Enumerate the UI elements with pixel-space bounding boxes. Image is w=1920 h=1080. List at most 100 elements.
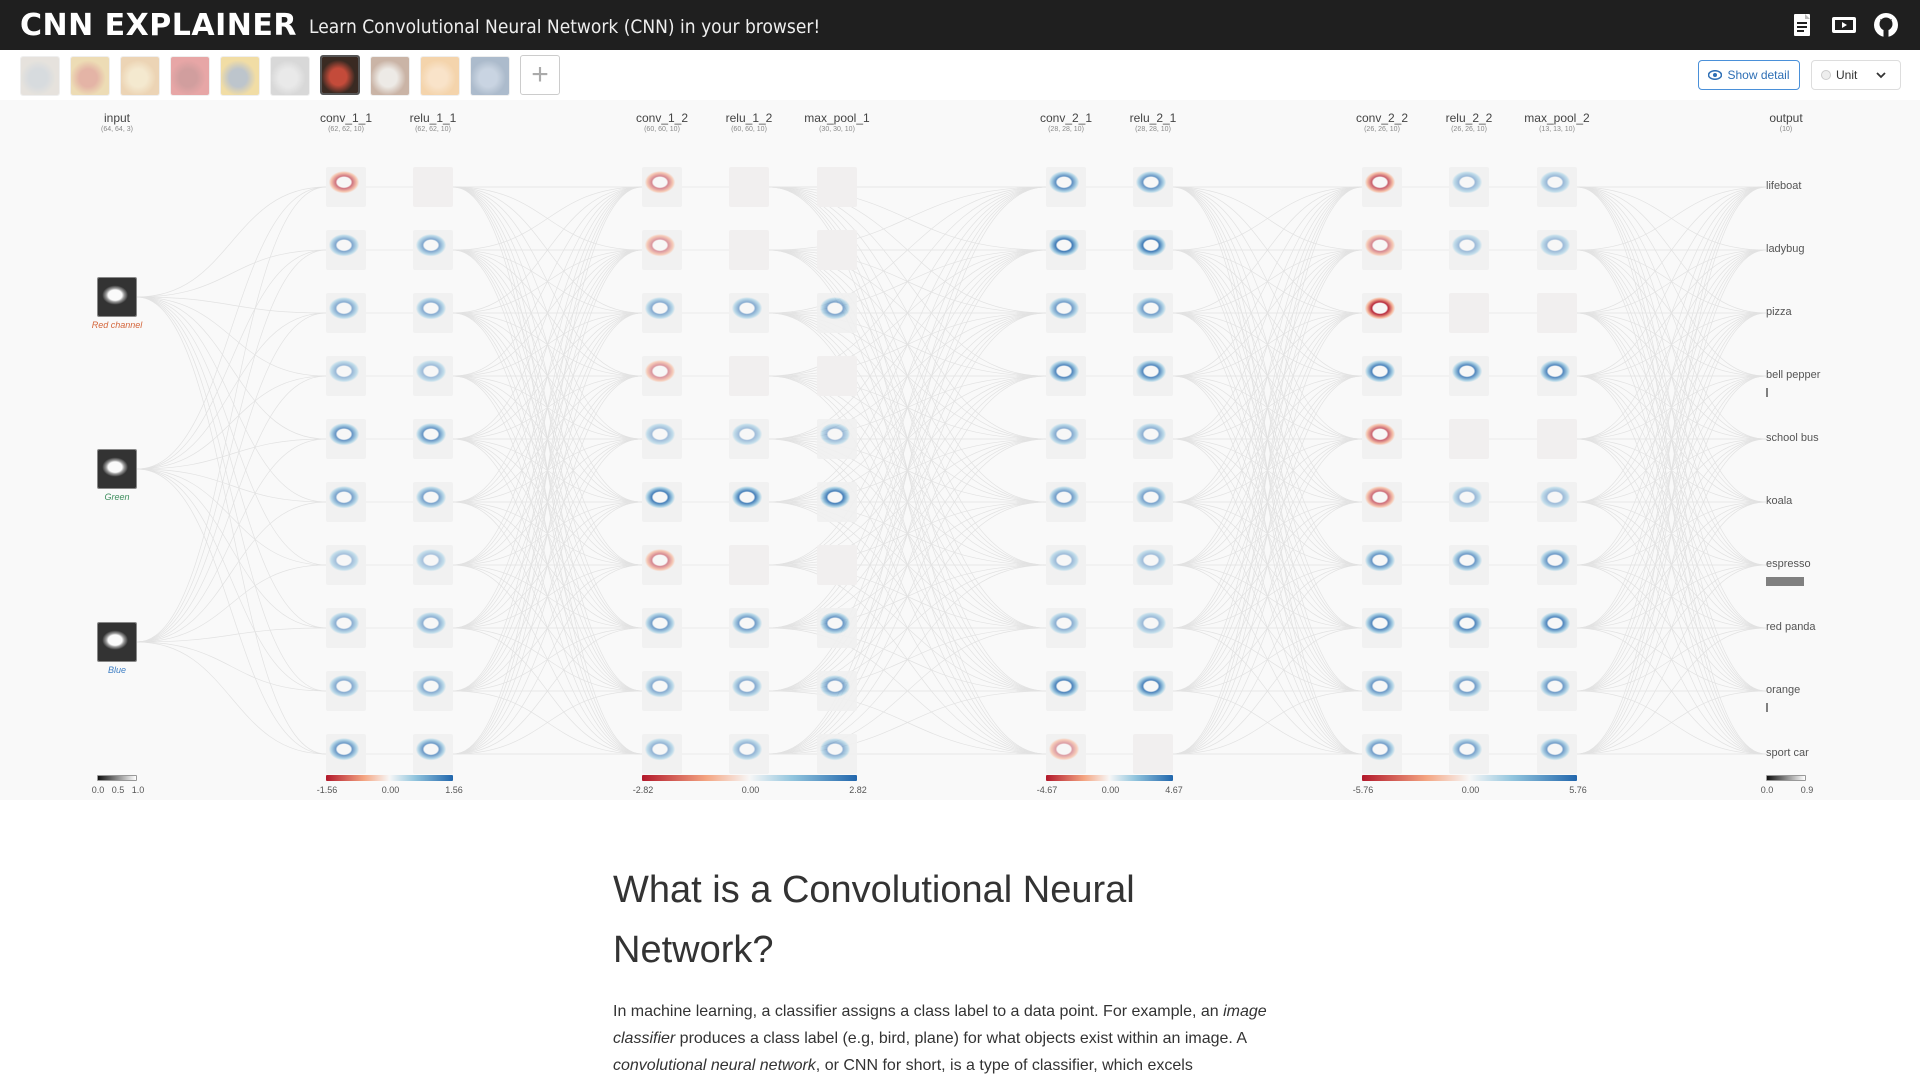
thumbnail-school-bus[interactable] bbox=[220, 56, 260, 96]
feature-map-node[interactable] bbox=[1537, 356, 1577, 396]
feature-map-node[interactable] bbox=[642, 608, 682, 648]
feature-map-node[interactable] bbox=[326, 545, 366, 585]
feature-map-node[interactable] bbox=[729, 482, 769, 522]
thumbnail-bell-pepper[interactable] bbox=[170, 56, 210, 96]
output-class-label[interactable]: orange bbox=[1766, 684, 1800, 696]
feature-map-node[interactable] bbox=[1537, 671, 1577, 711]
feature-map-node[interactable] bbox=[729, 167, 769, 207]
feature-map-node[interactable] bbox=[1362, 293, 1402, 333]
feature-map-node[interactable] bbox=[817, 167, 857, 207]
feature-map-node[interactable] bbox=[1046, 356, 1086, 396]
show-detail-button[interactable]: Show detail bbox=[1698, 60, 1800, 90]
feature-map-node[interactable] bbox=[1449, 167, 1489, 207]
feature-map-node[interactable] bbox=[1537, 608, 1577, 648]
feature-map-node[interactable] bbox=[1449, 419, 1489, 459]
feature-map-node[interactable] bbox=[1046, 167, 1086, 207]
feature-map-node[interactable] bbox=[326, 419, 366, 459]
feature-map-node[interactable] bbox=[1046, 671, 1086, 711]
feature-map-node[interactable] bbox=[413, 608, 453, 648]
feature-map-node[interactable] bbox=[817, 545, 857, 585]
output-class-label[interactable]: lifeboat bbox=[1766, 180, 1801, 192]
feature-map-node[interactable] bbox=[1046, 293, 1086, 333]
feature-map-node[interactable] bbox=[817, 482, 857, 522]
feature-map-node[interactable] bbox=[642, 482, 682, 522]
feature-map-node[interactable] bbox=[1537, 419, 1577, 459]
feature-map-node[interactable] bbox=[1133, 671, 1173, 711]
feature-map-node[interactable] bbox=[1362, 671, 1402, 711]
feature-map-node[interactable] bbox=[326, 167, 366, 207]
feature-map-node[interactable] bbox=[326, 608, 366, 648]
feature-map-node[interactable] bbox=[1362, 167, 1402, 207]
feature-map-node[interactable] bbox=[729, 608, 769, 648]
feature-map-node[interactable] bbox=[1537, 167, 1577, 207]
feature-map-node[interactable] bbox=[817, 293, 857, 333]
feature-map-node[interactable] bbox=[1133, 230, 1173, 270]
feature-map-node[interactable] bbox=[642, 734, 682, 774]
output-class-label[interactable]: espresso bbox=[1766, 558, 1811, 570]
feature-map-node[interactable] bbox=[413, 230, 453, 270]
paper-icon[interactable] bbox=[1790, 12, 1816, 38]
feature-map-node[interactable] bbox=[1449, 608, 1489, 648]
feature-map-node[interactable] bbox=[817, 419, 857, 459]
thumbnail-pizza[interactable] bbox=[120, 56, 160, 96]
thumbnail-koala[interactable] bbox=[270, 56, 310, 96]
feature-map-node[interactable] bbox=[413, 356, 453, 396]
feature-map-node[interactable] bbox=[1362, 356, 1402, 396]
feature-map-node[interactable] bbox=[642, 167, 682, 207]
feature-map-node[interactable] bbox=[1046, 230, 1086, 270]
feature-map-node[interactable] bbox=[1537, 293, 1577, 333]
feature-map-node[interactable] bbox=[413, 293, 453, 333]
output-class-label[interactable]: school bus bbox=[1766, 432, 1819, 444]
feature-map-node[interactable] bbox=[817, 356, 857, 396]
feature-map-node[interactable] bbox=[413, 545, 453, 585]
feature-map-node[interactable] bbox=[1537, 734, 1577, 774]
feature-map-node[interactable] bbox=[326, 734, 366, 774]
feature-map-node[interactable] bbox=[413, 482, 453, 522]
feature-map-node[interactable] bbox=[817, 230, 857, 270]
thumbnail-espresso[interactable] bbox=[320, 55, 360, 95]
feature-map-node[interactable] bbox=[642, 356, 682, 396]
input-channel-node[interactable] bbox=[97, 277, 137, 317]
output-class-label[interactable]: pizza bbox=[1766, 306, 1792, 318]
feature-map-node[interactable] bbox=[1449, 482, 1489, 522]
feature-map-node[interactable] bbox=[1133, 482, 1173, 522]
feature-map-node[interactable] bbox=[642, 419, 682, 459]
feature-map-node[interactable] bbox=[642, 671, 682, 711]
output-class-label[interactable]: red panda bbox=[1766, 621, 1816, 633]
thumbnail-red-panda[interactable] bbox=[370, 56, 410, 96]
thumbnail-ladybug[interactable] bbox=[70, 56, 110, 96]
output-class-label[interactable]: ladybug bbox=[1766, 243, 1805, 255]
feature-map-node[interactable] bbox=[326, 482, 366, 522]
thumbnail-orange[interactable] bbox=[420, 56, 460, 96]
feature-map-node[interactable] bbox=[413, 419, 453, 459]
github-icon[interactable] bbox=[1873, 12, 1899, 38]
feature-map-node[interactable] bbox=[1046, 482, 1086, 522]
video-icon[interactable] bbox=[1831, 12, 1857, 38]
feature-map-node[interactable] bbox=[817, 734, 857, 774]
feature-map-node[interactable] bbox=[1046, 545, 1086, 585]
add-image-button[interactable]: + bbox=[520, 55, 560, 95]
feature-map-node[interactable] bbox=[1362, 230, 1402, 270]
feature-map-node[interactable] bbox=[413, 167, 453, 207]
feature-map-node[interactable] bbox=[1362, 545, 1402, 585]
unit-dropdown[interactable]: Unit bbox=[1811, 60, 1901, 90]
output-class-label[interactable]: koala bbox=[1766, 495, 1792, 507]
feature-map-node[interactable] bbox=[1362, 734, 1402, 774]
feature-map-node[interactable] bbox=[729, 230, 769, 270]
feature-map-node[interactable] bbox=[729, 293, 769, 333]
feature-map-node[interactable] bbox=[1449, 734, 1489, 774]
feature-map-node[interactable] bbox=[413, 671, 453, 711]
feature-map-node[interactable] bbox=[642, 545, 682, 585]
feature-map-node[interactable] bbox=[1046, 608, 1086, 648]
feature-map-node[interactable] bbox=[326, 671, 366, 711]
feature-map-node[interactable] bbox=[1133, 167, 1173, 207]
feature-map-node[interactable] bbox=[1449, 356, 1489, 396]
feature-map-node[interactable] bbox=[1362, 482, 1402, 522]
feature-map-node[interactable] bbox=[1046, 419, 1086, 459]
feature-map-node[interactable] bbox=[1133, 545, 1173, 585]
feature-map-node[interactable] bbox=[817, 671, 857, 711]
feature-map-node[interactable] bbox=[729, 356, 769, 396]
feature-map-node[interactable] bbox=[729, 671, 769, 711]
feature-map-node[interactable] bbox=[1133, 356, 1173, 396]
input-channel-node[interactable] bbox=[97, 622, 137, 662]
